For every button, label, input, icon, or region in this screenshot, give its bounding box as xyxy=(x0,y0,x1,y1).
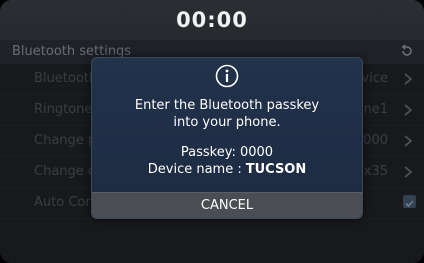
info-icon xyxy=(215,64,239,88)
dialog-message-line2: into your phone. xyxy=(173,115,281,130)
passkey-dialog: Enter the Bluetooth passkey into your ph… xyxy=(91,57,363,219)
device-name-label: Device name : xyxy=(147,162,242,177)
passkey-text: Passkey: 0000 xyxy=(180,145,274,160)
status-bar: 00:00 xyxy=(0,0,424,40)
device-name-text: Device name : TUCSON xyxy=(92,162,362,177)
clock: 00:00 xyxy=(176,8,248,32)
cancel-button[interactable]: CANCEL xyxy=(92,192,362,218)
dialog-message-line1: Enter the Bluetooth passkey xyxy=(134,98,320,113)
device-name-value: TUCSON xyxy=(245,162,307,177)
dialog-body: Enter the Bluetooth passkey into your ph… xyxy=(92,58,362,192)
head-unit-screen: 00:00 Bluetooth settings Bluetooth vice … xyxy=(0,0,424,263)
